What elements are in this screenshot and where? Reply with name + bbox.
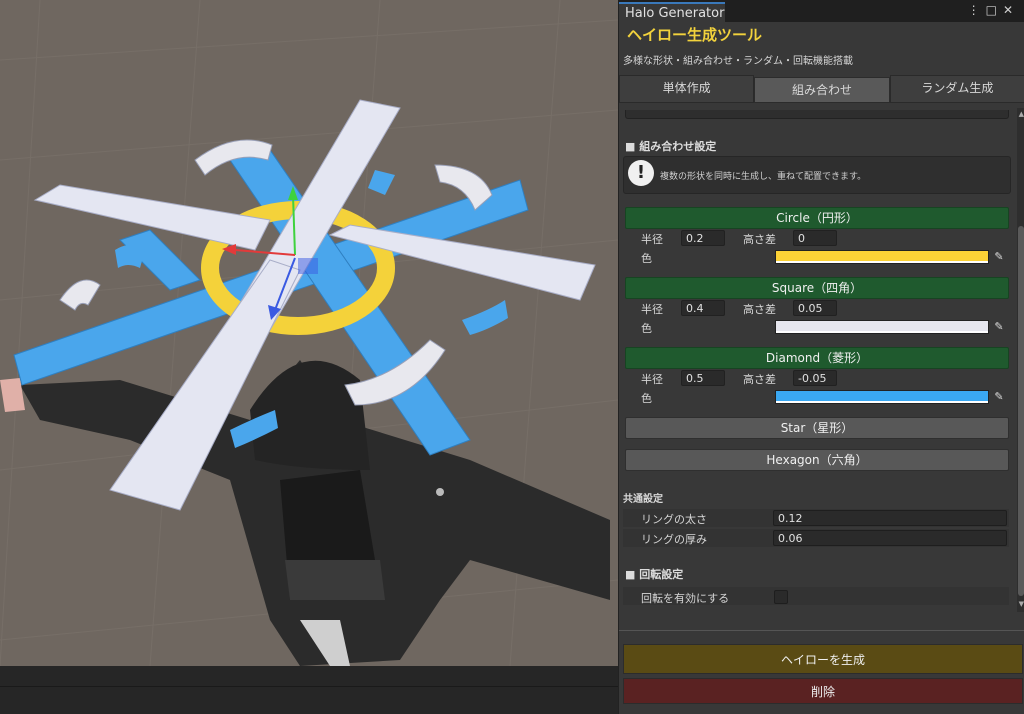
circle-color-swatch[interactable] (775, 250, 989, 264)
window-tab[interactable]: Halo Generator (619, 2, 725, 22)
more-icon[interactable]: ⋮ (968, 3, 986, 17)
delete-button[interactable]: 削除 (623, 678, 1023, 704)
shape-toggle-circle[interactable]: Circle（円形） (625, 207, 1009, 229)
tool-subtitle: 多様な形状・組み合わせ・ランダム・回転機能搭載 (623, 56, 853, 67)
square-height-field[interactable]: 0.05 (793, 300, 837, 316)
circle-height-field[interactable]: 0 (793, 230, 837, 246)
ring-depth-label: リングの厚み (641, 533, 707, 546)
scene-viewport[interactable] (0, 0, 618, 666)
square-color-swatch[interactable] (775, 320, 989, 334)
mode-tabs: 単体作成 組み合わせ ランダム生成 (619, 75, 1024, 103)
maximize-icon[interactable]: □ (986, 3, 1003, 17)
tool-title: ヘイロー生成ツール (627, 26, 763, 44)
viewport-bottom-bar (0, 666, 618, 714)
generate-halo-button[interactable]: ヘイローを生成 (623, 644, 1023, 674)
diamond-radius-field[interactable]: 0.5 (681, 370, 725, 386)
circle-radius-field[interactable]: 0.2 (681, 230, 725, 246)
scroll-up-icon[interactable]: ▲ (1019, 110, 1024, 118)
halo-generator-window: Halo Generator ⋮□✕ ヘイロー生成ツール 多様な形状・組み合わせ… (618, 0, 1024, 714)
common-settings-heading: 共通設定 (623, 494, 663, 505)
square-height-label: 高さ差 (743, 303, 776, 316)
scroll-down-icon[interactable]: ▼ (1019, 600, 1024, 608)
eyedropper-icon[interactable]: ✎ (991, 389, 1007, 405)
tab-combination[interactable]: 組み合わせ (754, 77, 890, 103)
circle-color-label: 色 (641, 252, 652, 265)
divider (619, 630, 1024, 631)
rotation-enable-label: 回転を有効にする (641, 592, 730, 605)
scrollbar-thumb[interactable] (1018, 226, 1024, 596)
window-controls: ⋮□✕ (968, 3, 1019, 17)
shape-toggle-star[interactable]: Star（星形） (625, 417, 1009, 439)
settings-scroll-area[interactable]: ■ 組み合わせ設定 ! 複数の形状を同時に生成し、重ねて配置できます。 Circ… (619, 110, 1017, 612)
tab-random[interactable]: ランダム生成 (889, 75, 1024, 103)
window-tab-bar: Halo Generator ⋮□✕ (619, 0, 1024, 22)
help-text: 複数の形状を同時に生成し、重ねて配置できます。 (660, 172, 867, 182)
vertical-scrollbar[interactable] (1017, 108, 1024, 612)
eyedropper-icon[interactable]: ✎ (991, 319, 1007, 335)
circle-height-label: 高さ差 (743, 233, 776, 246)
square-color-label: 色 (641, 322, 652, 335)
ring-width-field[interactable]: 0.12 (773, 510, 1007, 526)
tab-single[interactable]: 単体作成 (619, 75, 755, 103)
diamond-color-swatch[interactable] (775, 390, 989, 404)
shape-toggle-hexagon[interactable]: Hexagon（六角） (625, 449, 1009, 471)
diamond-height-label: 高さ差 (743, 373, 776, 386)
ring-width-label: リングの太さ (641, 513, 707, 526)
circle-radius-label: 半径 (641, 233, 663, 246)
close-icon[interactable]: ✕ (1003, 3, 1019, 17)
eyedropper-icon[interactable]: ✎ (991, 249, 1007, 265)
square-radius-label: 半径 (641, 303, 663, 316)
shape-toggle-square[interactable]: Square（四角） (625, 277, 1009, 299)
rotation-section-heading: ■ 回転設定 (625, 568, 684, 581)
diamond-radius-label: 半径 (641, 373, 663, 386)
rotation-enable-checkbox[interactable] (774, 590, 788, 604)
combo-section-heading: ■ 組み合わせ設定 (625, 140, 717, 153)
exclamation-icon: ! (628, 160, 654, 186)
diamond-color-label: 色 (641, 392, 652, 405)
scene-render (0, 0, 618, 666)
cutoff-field (625, 110, 1009, 119)
diamond-height-field[interactable]: -0.05 (793, 370, 837, 386)
square-radius-field[interactable]: 0.4 (681, 300, 725, 316)
ring-depth-field[interactable]: 0.06 (773, 530, 1007, 546)
help-box: ! 複数の形状を同時に生成し、重ねて配置できます。 (623, 156, 1011, 194)
shape-toggle-diamond[interactable]: Diamond（菱形） (625, 347, 1009, 369)
